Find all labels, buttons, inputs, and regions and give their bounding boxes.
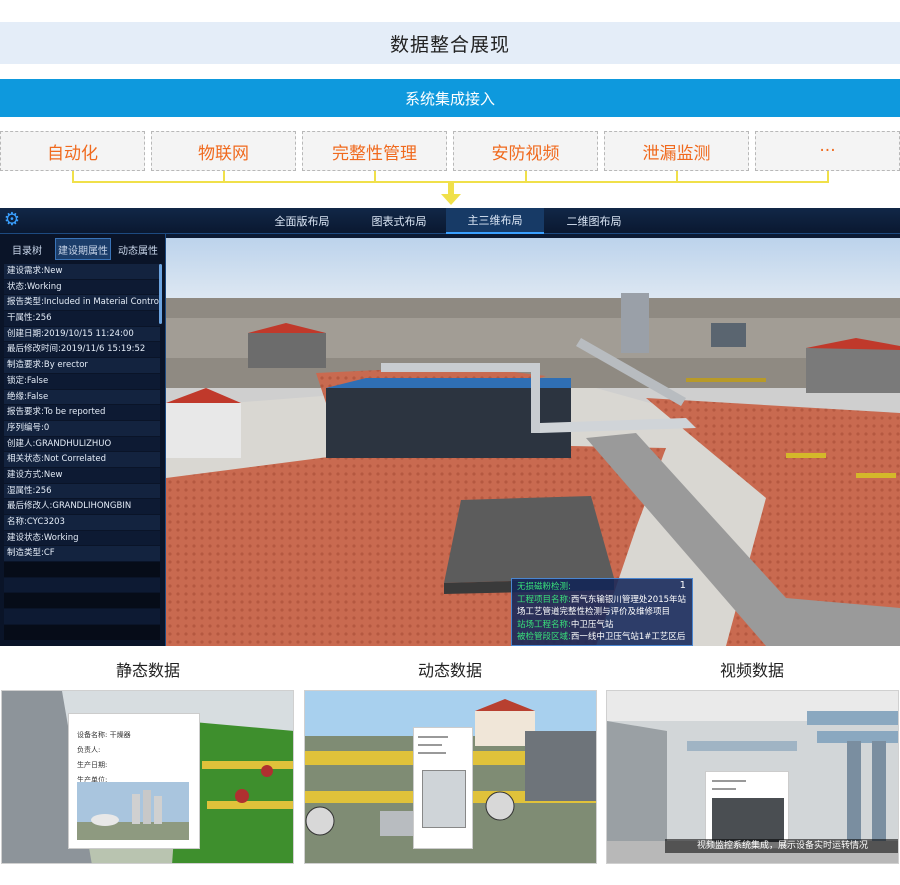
list-item: 名称:CYC3203 xyxy=(4,515,160,531)
list-item: 建设方式:New xyxy=(4,467,160,484)
device-info-card: 设备名称: 干燥器 负责人: 生产日期: 生产单位: xyxy=(68,713,200,849)
text-line xyxy=(712,788,736,790)
tab-chart-layout[interactable]: 图表式布局 xyxy=(355,208,443,234)
tab-dynamic-properties[interactable]: 动态属性 xyxy=(112,238,164,260)
popup-value: 中卫压气站 xyxy=(570,619,614,630)
text-line xyxy=(418,736,448,738)
connector-tick xyxy=(676,171,678,183)
list-item xyxy=(4,624,160,641)
list-item: 锁定:False xyxy=(4,373,160,390)
section-dynamic-data: 动态数据 xyxy=(417,661,482,680)
tab-directory-tree[interactable]: 目录树 xyxy=(2,238,52,260)
list-item: 报告要求:To be reported xyxy=(4,405,160,421)
section-video-data: 视频数据 xyxy=(719,661,784,680)
category-more: ··· xyxy=(755,131,900,171)
list-item: 建设状态:Working xyxy=(4,530,160,547)
app-window: ⚙ 全面版布局 图表式布局 主三维布局 二维图布局 目录树 建设期属性 动态属性… xyxy=(0,208,900,646)
connector-tick xyxy=(223,171,225,183)
list-item: 最后修改时间:2019/11/6 15:19:52 xyxy=(4,342,160,359)
video-monitor-card xyxy=(705,771,789,849)
sidebar-scrollbar[interactable] xyxy=(159,264,162,324)
page-title: 数据整合展现 xyxy=(0,22,900,64)
text-line xyxy=(418,744,442,746)
list-item: 创建人:GRANDHULIZHUO xyxy=(4,436,160,453)
app-topbar: ⚙ 全面版布局 图表式布局 主三维布局 二维图布局 xyxy=(0,208,900,234)
video-caption: 视频监控系统集成，展示设备实时运转情况 xyxy=(665,839,898,853)
tab-2d-layout[interactable]: 二维图布局 xyxy=(550,208,638,234)
dynamic-data-thumbnail xyxy=(304,690,597,864)
popup-close[interactable]: 1 xyxy=(680,580,686,593)
realtime-data-card xyxy=(413,727,473,849)
list-item xyxy=(4,593,160,610)
popup-label: 工程项目名称: xyxy=(517,594,571,605)
device-name-row: 设备名称: 干燥器 xyxy=(77,731,131,739)
list-item: 状态:Working xyxy=(4,279,160,296)
category-connector xyxy=(72,171,829,183)
list-item: 相关状态:Not Correlated xyxy=(4,452,160,468)
list-item: 制造要求:By erector xyxy=(4,358,160,374)
video-frame xyxy=(712,798,784,842)
category-iot: 物联网 xyxy=(151,131,296,171)
popup-value: 西一线中卫压气站1#工艺区后 xyxy=(570,632,686,642)
sidebar-tabs: 目录树 建设期属性 动态属性 xyxy=(0,238,166,260)
category-row: 自动化 物联网 完整性管理 安防视频 泄漏监测 ··· xyxy=(0,131,900,171)
static-data-thumbnail: 设备名称: 干燥器 负责人: 生产日期: 生产单位: xyxy=(1,690,294,864)
tab-3d-layout[interactable]: 主三维布局 xyxy=(446,208,544,234)
tab-construction-properties[interactable]: 建设期属性 xyxy=(55,238,111,260)
list-item xyxy=(4,562,160,578)
connector-tick xyxy=(525,171,527,183)
category-leak-monitoring: 泄漏监测 xyxy=(604,131,749,171)
video-data-thumbnail: 视频监控系统集成，展示设备实时运转情况 xyxy=(606,690,899,864)
category-security-video: 安防视频 xyxy=(453,131,598,171)
category-automation: 自动化 xyxy=(0,131,145,171)
inspection-popup: 1 无损磁粉检测: 工程项目名称:西气东输银川管理处2015年站场工艺管道完整性… xyxy=(511,578,693,646)
category-integrity-management: 完整性管理 xyxy=(302,131,447,171)
list-item xyxy=(4,577,160,594)
connector-tick xyxy=(374,171,376,183)
property-sidebar: 目录树 建设期属性 动态属性 建设需求:New 状态:Working 报告类型:… xyxy=(0,234,166,646)
equipment-photo xyxy=(422,770,466,828)
list-item xyxy=(4,609,160,625)
property-list: 建设需求:New 状态:Working 报告类型:Included in Mat… xyxy=(4,264,160,641)
gear-icon[interactable]: ⚙ xyxy=(2,210,22,230)
list-item: 湿属性:256 xyxy=(4,483,160,500)
list-item: 报告类型:Included in Material Control System xyxy=(4,295,160,312)
section-static-data: 静态数据 xyxy=(115,661,180,680)
popup-label: 站场工程名称: xyxy=(517,619,571,630)
owner-row: 负责人: xyxy=(77,746,101,754)
list-item: 绝缘:False xyxy=(4,389,160,406)
production-date-row: 生产日期: xyxy=(77,761,108,769)
list-item: 创建日期:2019/10/15 11:24:00 xyxy=(4,326,160,343)
tab-full-layout[interactable]: 全面版布局 xyxy=(262,208,342,234)
integration-banner: 系统集成接入 xyxy=(0,79,900,117)
popup-line: 无损磁粉检测: xyxy=(517,582,571,592)
list-item: 最后修改人:GRANDLIHONGBIN xyxy=(4,499,160,515)
text-line xyxy=(712,780,746,782)
popup-label: 被检管段区域: xyxy=(517,632,571,642)
down-arrow-icon xyxy=(441,194,461,205)
device-photo xyxy=(77,782,189,840)
page: 数据整合展现 系统集成接入 自动化 物联网 完整性管理 安防视频 泄漏监测 ··… xyxy=(0,0,900,885)
text-line xyxy=(418,752,446,754)
list-item: 建设需求:New xyxy=(4,264,160,280)
list-item: 干属性:256 xyxy=(4,311,160,327)
list-item: 序列编号:0 xyxy=(4,420,160,437)
list-item: 制造类型:CF xyxy=(4,546,160,563)
